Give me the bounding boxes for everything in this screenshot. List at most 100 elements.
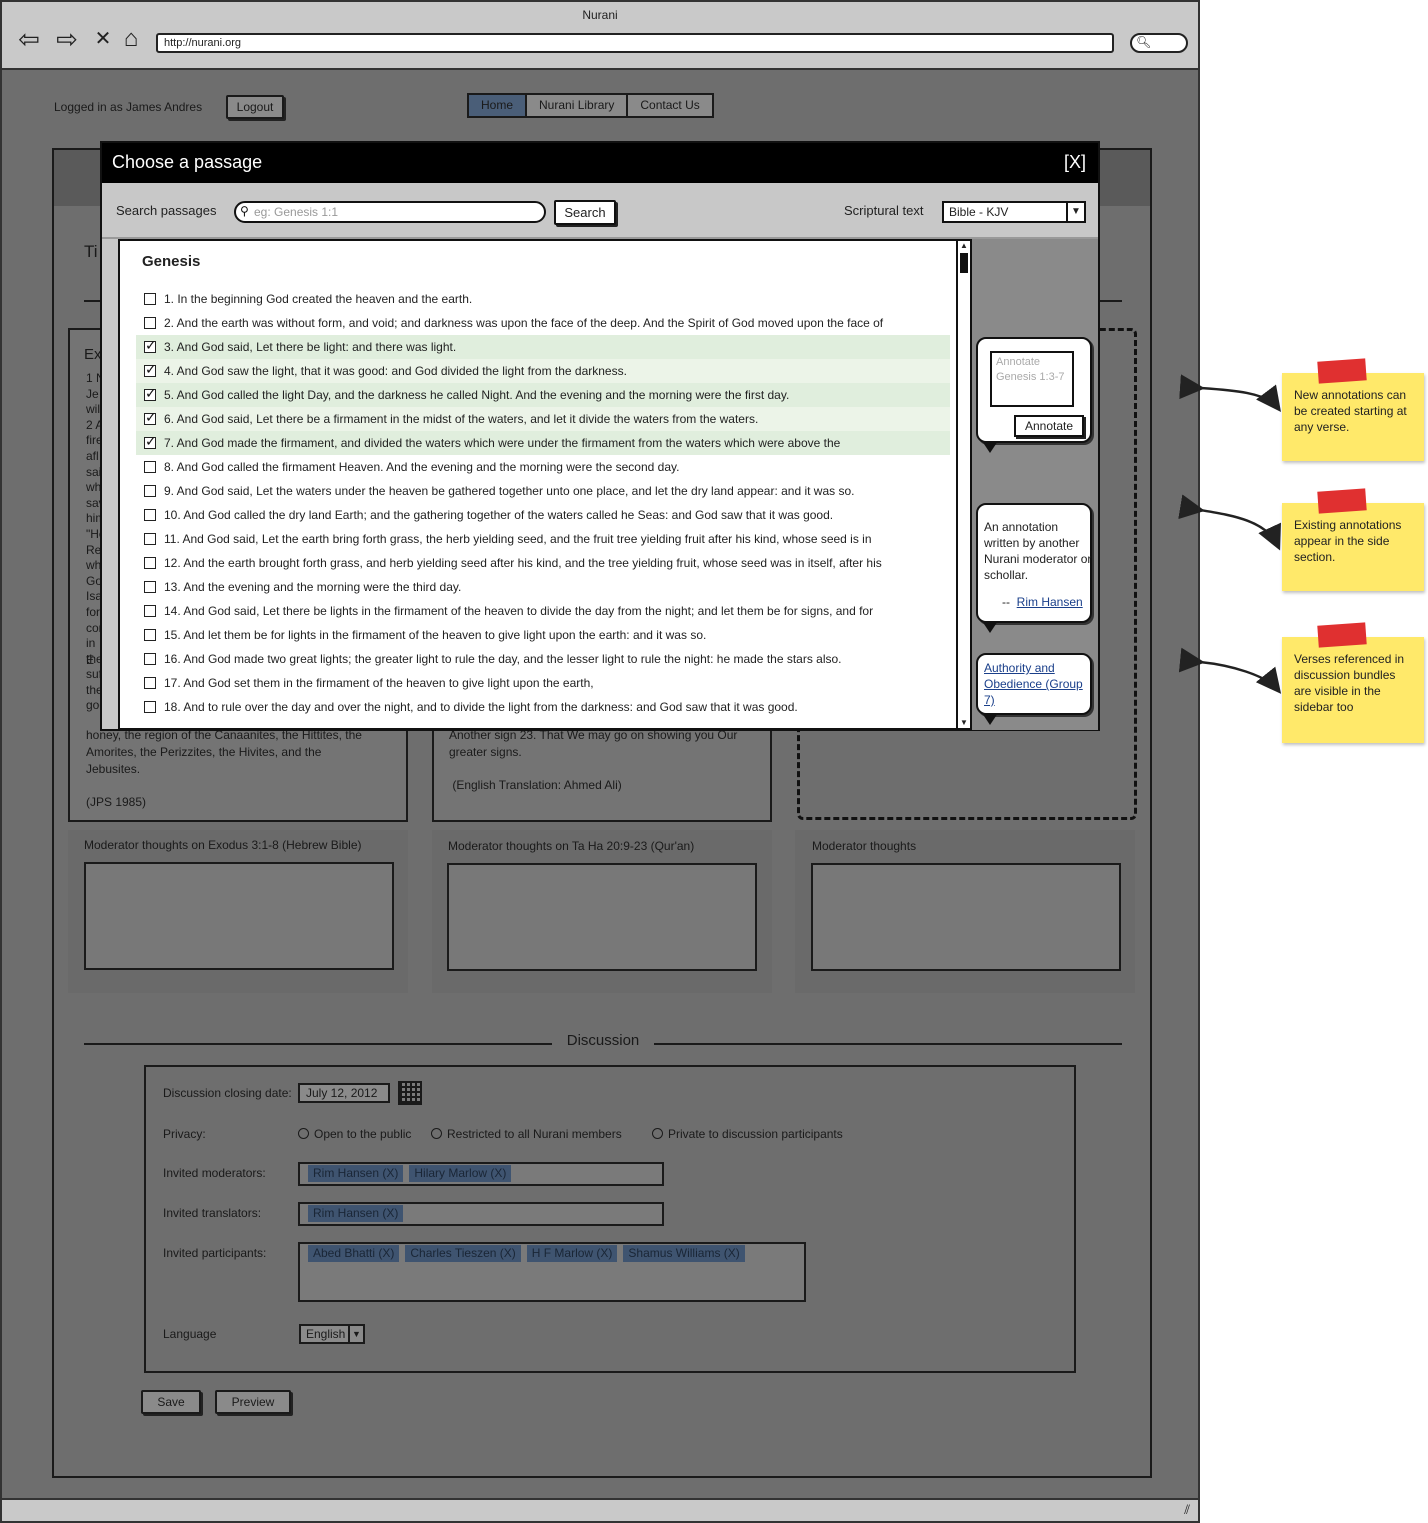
verse-row[interactable]: 15. And let them be for lights in the fi… [136,623,950,647]
verse-row[interactable]: 16. And God made two great lights; the g… [136,647,950,671]
bubble-tail [982,621,998,633]
privacy-option-private[interactable]: Private to discussion participants [652,1127,843,1141]
verse-text: 16. And God made two great lights; the g… [164,652,842,666]
verse-row[interactable]: 6. And God said, Let there be a firmamen… [136,407,950,431]
verse-checkbox[interactable] [144,677,156,689]
radio-icon[interactable] [298,1128,309,1139]
verse-text: 12. And the earth brought forth grass, a… [164,556,882,570]
verse-checkbox[interactable] [144,605,156,617]
verse-row[interactable]: 17. And God set them in the firmament of… [136,671,950,695]
verse-row[interactable]: 7. And God made the firmament, and divid… [136,431,950,455]
verse-row[interactable]: 2. And the earth was without form, and v… [136,311,950,335]
forward-arrow-icon[interactable]: ⇨ [52,24,82,54]
verse-text: 9. And God said, Let the waters under th… [164,484,855,498]
browser-search-box[interactable]: 🔍︎ [1130,33,1188,53]
moderator-textarea-2[interactable] [447,863,757,971]
translators-label: Invited translators: [163,1206,262,1220]
privacy-option-members[interactable]: Restricted to all Nurani members [431,1127,622,1141]
verse-row[interactable]: 5. And God called the light Day, and the… [136,383,950,407]
moderator-tag[interactable]: Rim Hansen (X) [308,1165,404,1182]
stop-icon[interactable]: ✕ [88,24,118,54]
save-button[interactable]: Save [141,1390,201,1414]
bundle-link[interactable]: Authority and Obedience (Group 7) [984,660,1092,708]
verse-checkbox[interactable] [144,461,156,473]
nav-contact-us[interactable]: Contact Us [628,95,711,116]
verse-checkbox[interactable] [144,360,157,378]
verse-row[interactable]: 11. And God said, Let the earth bring fo… [136,527,950,551]
closing-date-field[interactable]: July 12, 2012 [298,1083,390,1103]
verse-checkbox[interactable] [144,509,156,521]
scroll-thumb[interactable] [960,253,968,273]
verse-checkbox[interactable] [144,701,156,713]
annotate-input[interactable]: Annotate Genesis 1:3-7 [990,351,1074,407]
moderator-textarea-1[interactable] [84,862,394,970]
translator-tag[interactable]: Rim Hansen (X) [308,1205,404,1222]
annotate-button[interactable]: Annotate [1014,415,1084,437]
participant-tag[interactable]: Shamus Williams (X) [623,1245,745,1262]
verse-row[interactable]: 8. And God called the firmament Heaven. … [136,455,950,479]
participant-tag[interactable]: Charles Tieszen (X) [405,1245,521,1262]
verse-row[interactable]: 18. And to rule over the day and over th… [136,695,950,719]
verse-checkbox[interactable] [144,581,156,593]
radio-icon[interactable] [431,1128,442,1139]
participant-tag[interactable]: Abed Bhatti (X) [308,1245,400,1262]
nav-nurani-library[interactable]: Nurani Library [527,95,629,116]
verse-scrollbar[interactable]: ▲ ▼ [958,239,972,730]
verse-checkbox[interactable] [144,384,157,402]
left-pane-tail-line: Jebusites. [86,762,141,776]
chevron-down-icon[interactable]: ▼ [1066,203,1084,221]
back-arrow-icon[interactable]: ⇦ [14,24,44,54]
scriptural-text-select[interactable]: Bible - KJV ▼ [942,201,1086,223]
verse-row[interactable]: 13. And the evening and the morning were… [136,575,950,599]
language-label: Language [163,1327,217,1341]
nav-home[interactable]: Home [469,95,528,116]
verse-checkbox[interactable] [144,293,156,305]
verse-checkbox[interactable] [144,317,156,329]
participant-tag[interactable]: H F Marlow (X) [526,1245,618,1262]
verse-checkbox[interactable] [144,336,157,354]
search-button[interactable]: Search [554,200,616,225]
verse-checkbox[interactable] [144,432,157,450]
search-passages-input[interactable] [234,201,546,223]
annotation-signature: -- Rim Hansen [1002,595,1083,609]
sticky-note-2: Existing annotations appear in the side … [1282,488,1424,591]
modal-close-button[interactable]: [X] [1064,152,1086,173]
preview-button[interactable]: Preview [215,1390,291,1414]
modal-title: Choose a passage [112,152,263,172]
verse-row[interactable]: 9. And God said, Let the waters under th… [136,479,950,503]
verse-row[interactable]: 10. And God called the dry land Earth; a… [136,503,950,527]
participants-field[interactable]: Abed Bhatti (X) Charles Tieszen (X) H F Ma… [298,1242,806,1302]
verse-checkbox[interactable] [144,653,156,665]
logout-button[interactable]: Logout [226,95,284,119]
verse-checkbox[interactable] [144,485,156,497]
home-icon[interactable]: ⌂ [116,24,146,54]
radio-icon[interactable] [652,1128,663,1139]
resize-grip-icon[interactable]: ⫽ [1184,1502,1190,1518]
url-bar[interactable]: http://nurani.org [156,33,1114,53]
verse-checkbox[interactable] [144,533,156,545]
moderator-textarea-3[interactable] [811,863,1121,971]
verse-row[interactable]: 3. And God said, Let there be light: and… [136,335,950,359]
verse-checkbox[interactable] [144,557,156,569]
verse-text: 7. And God made the firmament, and divid… [164,436,841,450]
verse-text: 18. And to rule over the day and over th… [164,700,798,714]
translators-field[interactable]: Rim Hansen (X) [298,1202,664,1226]
verse-text: 15. And let them be for lights in the fi… [164,628,707,642]
verse-row[interactable]: 4. And God saw the light, that it was go… [136,359,950,383]
calendar-icon[interactable] [398,1081,422,1105]
verse-checkbox[interactable] [144,408,157,426]
verse-row[interactable]: 12. And the earth brought forth grass, a… [136,551,950,575]
moderators-field[interactable]: Rim Hansen (X) Hilary Marlow (X) [298,1162,664,1186]
scroll-down-icon[interactable]: ▼ [958,718,970,728]
moderator-label-3: Moderator thoughts [812,839,917,853]
moderator-tag[interactable]: Hilary Marlow (X) [409,1165,512,1182]
scroll-up-icon[interactable]: ▲ [958,241,970,251]
privacy-option-public[interactable]: Open to the public [298,1127,411,1141]
verse-checkbox[interactable] [144,629,156,641]
verse-row[interactable]: 1. In the beginning God created the heav… [136,287,950,311]
annotation-author-link[interactable]: Rim Hansen [1017,595,1083,609]
chevron-down-icon[interactable]: ▼ [348,1326,363,1342]
title-peek: Ti [84,242,98,261]
verse-row[interactable]: 14. And God said, Let there be lights in… [136,599,950,623]
language-select[interactable]: English ▼ [299,1324,365,1344]
